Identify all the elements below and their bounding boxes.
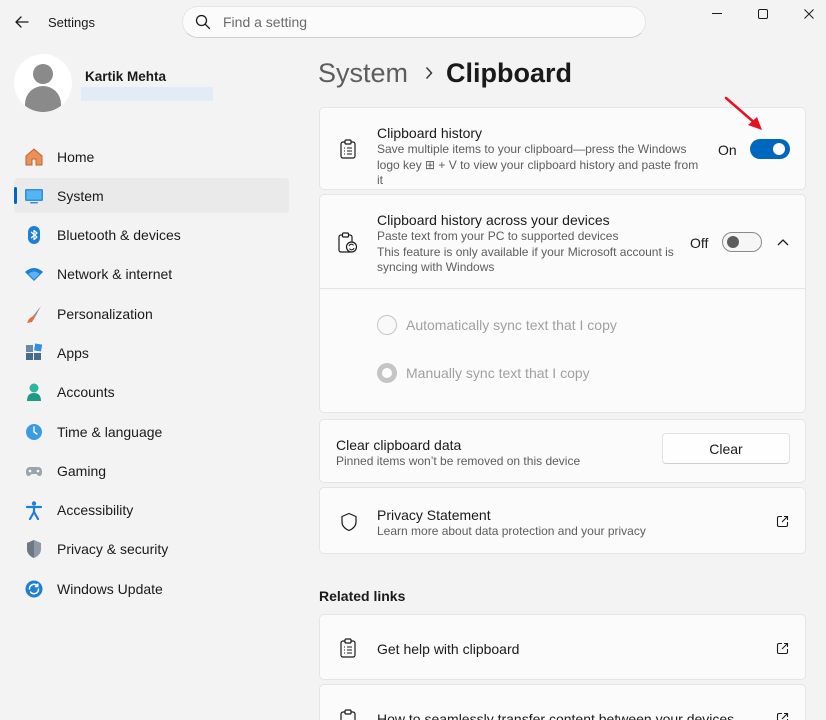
sidebar-item-windows-update[interactable]: Windows Update: [14, 571, 289, 606]
update-icon: [23, 578, 45, 600]
sidebar-item-label: Network & internet: [57, 266, 173, 283]
sidebar-item-label: Time & language: [57, 423, 163, 440]
privacy-statement-title: Privacy Statement: [377, 507, 491, 523]
clipboard-history-toggle-label: On: [718, 142, 737, 158]
related-link-transfer-label: How to seamlessly transfer content betwe…: [377, 711, 735, 720]
title-bar: Settings: [0, 0, 826, 44]
search-icon: [195, 13, 213, 31]
sidebar-item-label: Gaming: [57, 462, 107, 479]
clipboard-history-title: Clipboard history: [377, 125, 483, 141]
cross-device-card: Clipboard history across your devices Pa…: [319, 194, 806, 413]
sidebar-item-system[interactable]: System: [14, 178, 289, 214]
clipboard-icon: [337, 636, 359, 660]
related-link-help-label: Get help with clipboard: [377, 641, 520, 657]
apps-icon: [23, 342, 45, 364]
cross-device-title: Clipboard history across your devices: [377, 212, 610, 228]
privacy-statement-description: Learn more about data protection and you…: [377, 524, 646, 538]
sidebar-item-label: Personalization: [57, 305, 153, 322]
search-input[interactable]: [223, 14, 623, 30]
minimize-icon: [712, 13, 722, 14]
sidebar-item-label: Accounts: [57, 384, 115, 401]
auto-sync-option[interactable]: Automatically sync text that I copy: [377, 315, 617, 335]
clear-data-card: Clear clipboard data Pinned items won’t …: [319, 419, 806, 483]
cross-device-description-line2: This feature is only available if your M…: [377, 244, 674, 275]
shield-outline-icon: [338, 510, 360, 534]
cross-device-description: Paste text from your PC to supported dev…: [377, 229, 677, 276]
system-icon: [23, 185, 45, 207]
avatar: [14, 54, 72, 112]
clear-button[interactable]: Clear: [662, 433, 790, 464]
maximize-button[interactable]: [740, 0, 786, 28]
sidebar-item-privacy[interactable]: Privacy & security: [14, 532, 289, 567]
external-link-icon: [774, 710, 790, 720]
sidebar-item-personalization[interactable]: Personalization: [14, 296, 289, 331]
sidebar-item-apps[interactable]: Apps: [14, 335, 289, 370]
app-title: Settings: [48, 15, 95, 30]
clipboard-history-toggle[interactable]: [750, 139, 790, 159]
related-link-help[interactable]: Get help with clipboard: [319, 614, 806, 680]
clipboard-icon: [337, 137, 359, 161]
brush-icon: [23, 303, 45, 325]
clear-data-description: Pinned items won’t be removed on this de…: [336, 454, 581, 468]
sidebar-item-gaming[interactable]: Gaming: [14, 453, 289, 488]
minimize-button[interactable]: [694, 0, 740, 28]
close-button[interactable]: [786, 0, 826, 28]
breadcrumb-parent-link[interactable]: System: [318, 58, 408, 89]
external-link-icon: [774, 640, 790, 656]
related-link-transfer[interactable]: How to seamlessly transfer content betwe…: [319, 684, 806, 720]
user-name: Kartik Mehta: [85, 69, 167, 84]
back-button[interactable]: [8, 9, 36, 35]
auto-sync-radio[interactable]: [377, 315, 397, 335]
sidebar-item-accounts[interactable]: Accounts: [14, 375, 289, 410]
clipboard-sync-icon: [337, 231, 359, 255]
sidebar-item-label: System: [57, 187, 104, 204]
clipboard-history-description: Save multiple items to your clipboard—pr…: [377, 142, 699, 187]
sidebar-item-label: Privacy & security: [57, 541, 169, 558]
clipboard-icon: [337, 707, 359, 720]
wifi-icon: [23, 263, 45, 285]
sidebar-item-label: Bluetooth & devices: [57, 227, 181, 244]
chevron-up-icon[interactable]: [776, 236, 790, 248]
annotation-arrow-icon: [724, 96, 762, 130]
sidebar-item-time-language[interactable]: Time & language: [14, 414, 289, 449]
sidebar-item-label: Windows Update: [57, 580, 163, 597]
bluetooth-icon: [23, 224, 45, 246]
time-language-icon: [23, 421, 45, 443]
search-box[interactable]: [182, 6, 646, 38]
clear-data-title: Clear clipboard data: [336, 437, 462, 453]
sidebar-item-accessibility[interactable]: Accessibility: [14, 493, 289, 528]
related-links-heading: Related links: [319, 588, 406, 604]
manual-sync-radio[interactable]: [377, 363, 397, 383]
sidebar-item-label: Home: [57, 148, 95, 165]
sidebar-item-home[interactable]: Home: [14, 139, 289, 174]
external-link-icon: [774, 513, 790, 529]
shield-icon: [23, 538, 45, 560]
accessibility-icon: [23, 499, 45, 521]
divider: [320, 288, 805, 289]
manual-sync-option[interactable]: Manually sync text that I copy: [377, 363, 590, 383]
accounts-icon: [23, 381, 45, 403]
sidebar-item-bluetooth[interactable]: Bluetooth & devices: [14, 218, 289, 253]
sidebar-item-network[interactable]: Network & internet: [14, 257, 289, 292]
cross-device-description-line1: Paste text from your PC to supported dev…: [377, 229, 619, 243]
chevron-right-icon: [425, 66, 433, 80]
cross-device-toggle-label: Off: [690, 235, 709, 251]
sidebar-item-label: Accessibility: [57, 502, 134, 519]
maximize-icon: [758, 9, 768, 19]
sidebar-nav: Home System Bluetooth & devices Network …: [14, 139, 289, 611]
manual-sync-label: Manually sync text that I copy: [406, 365, 590, 381]
gamepad-icon: [23, 460, 45, 482]
home-icon: [23, 146, 45, 168]
back-arrow-icon: [15, 16, 29, 28]
close-icon: [804, 9, 814, 19]
page-title: Clipboard: [446, 57, 573, 88]
sidebar-item-label: Apps: [57, 344, 89, 361]
cross-device-toggle[interactable]: [722, 232, 762, 252]
auto-sync-label: Automatically sync text that I copy: [406, 317, 617, 333]
breadcrumb: System Clipboard: [318, 55, 572, 91]
user-email-redacted: [81, 87, 213, 101]
privacy-statement-card[interactable]: Privacy Statement Learn more about data …: [319, 487, 806, 554]
